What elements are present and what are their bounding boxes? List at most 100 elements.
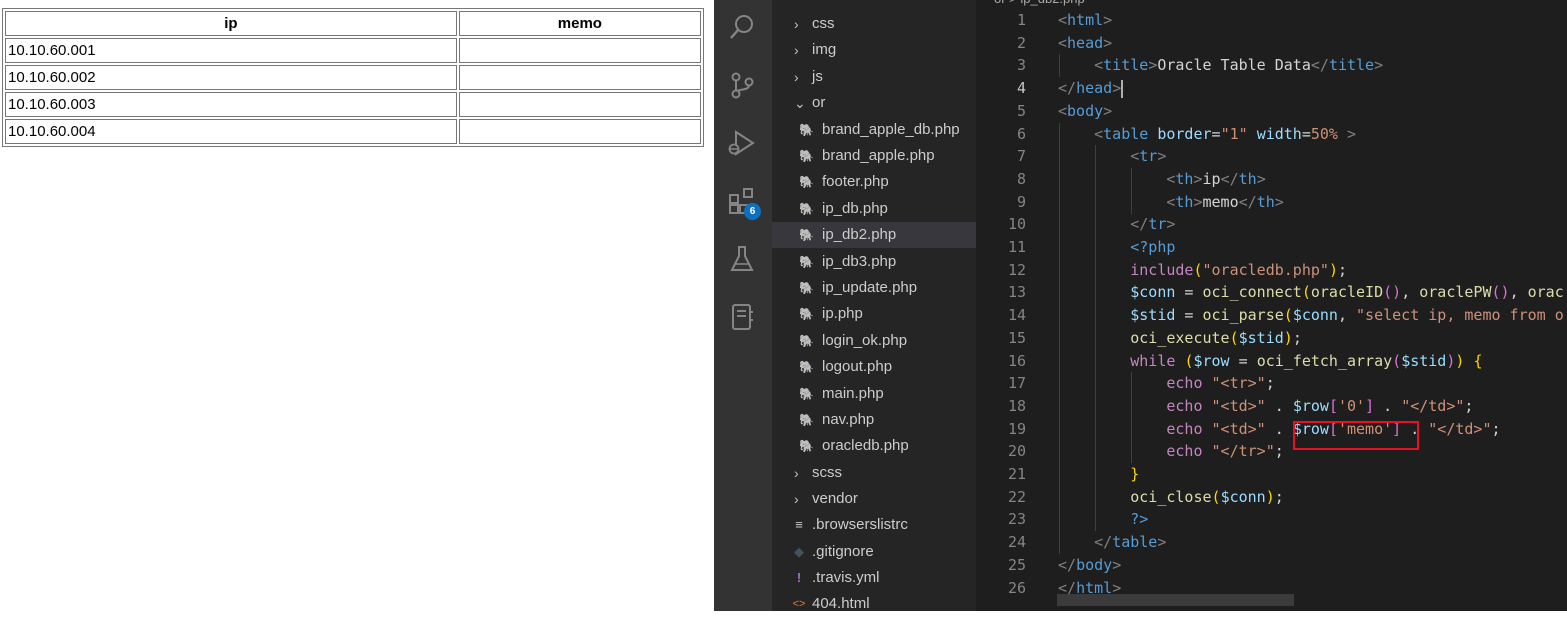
code-token: th (1256, 192, 1275, 211)
code-line[interactable]: 9 <th>memo</th> (976, 190, 1567, 214)
file-label: brand_apple_db.php (822, 121, 960, 138)
code-line[interactable]: 18 echo "<td>" . $row['0'] . "</td>"; (976, 394, 1567, 418)
code-line[interactable]: 2 <head> (976, 32, 1567, 55)
code-token: > (1112, 79, 1122, 98)
php-file-icon: 🐘 (799, 413, 814, 427)
source-control-icon[interactable] (727, 70, 757, 100)
code-line[interactable]: 23 ?> (976, 508, 1567, 532)
code-token: $row (1292, 396, 1329, 415)
tree-file[interactable]: 🐘 logout.php (772, 354, 976, 380)
tree-file[interactable]: ◆ .gitignore (772, 539, 976, 565)
code-token: $stid (1130, 306, 1176, 325)
tree-file[interactable]: 🐘 nav.php (772, 407, 976, 433)
chevron-right-icon: › (794, 42, 799, 58)
code-token: > (1157, 147, 1167, 166)
horizontal-scrollbar[interactable] (1057, 594, 1294, 606)
tree-file-selected[interactable]: 🐘 ip_db2.php (772, 222, 976, 248)
code-line[interactable]: 24 </table> (976, 531, 1567, 555)
tree-file[interactable]: <> 404.html (772, 591, 976, 617)
tree-folder-scss[interactable]: › scss (772, 460, 976, 486)
tree-file[interactable]: 🐘 ip_db.php (772, 196, 976, 222)
code-token: { (1473, 351, 1483, 370)
code-line[interactable]: 8 <th>ip</th> (976, 167, 1567, 191)
line-number: 7 (1016, 147, 1026, 166)
cell-ip: 10.10.60.003 (5, 92, 457, 117)
code-line[interactable]: 16 while ($row = oci_fetch_array($stid))… (976, 349, 1567, 373)
tree-file[interactable]: 🐘 footer.php (772, 169, 976, 195)
code-line[interactable]: 11 <?php (976, 236, 1567, 259)
code-token: </ (1058, 555, 1077, 574)
code-text: </table> (1058, 531, 1166, 554)
code-token: ( (1283, 306, 1293, 325)
code-line[interactable]: 10 </tr> (976, 213, 1567, 237)
code-line[interactable]: 13 $conn = oci_connect(oracleID(), oracl… (976, 281, 1567, 305)
notebook-icon[interactable] (727, 302, 757, 332)
tree-folder-vendor[interactable]: › vendor (772, 486, 976, 512)
breadcrumb[interactable]: or > ip_db2.php (976, 0, 1085, 9)
tree-file[interactable]: 🐘 brand_apple_db.php (772, 117, 976, 143)
code-editor[interactable]: 1 <html> 2 <head> 3 <title>Oracle Table Data… (976, 9, 1567, 611)
tree-file[interactable]: 🐘 oracledb.php (772, 433, 976, 459)
tree-folder-or[interactable]: ⌄ or (772, 90, 976, 116)
table-row: 10.10.60.003 (5, 92, 701, 117)
code-line[interactable]: 19 echo "<td>" . $row['memo'] . "</td>"; (976, 417, 1567, 441)
code-token: ; (1274, 487, 1284, 506)
line-number: 11 (1007, 238, 1026, 256)
code-token: = (1301, 124, 1311, 143)
code-token: > (1347, 124, 1357, 143)
tree-file[interactable]: 🐘 ip_db3.php (772, 249, 976, 275)
code-token: title (1328, 56, 1375, 75)
run-debug-icon[interactable] (727, 128, 757, 158)
code-line[interactable]: 22 oci_close($conn); (976, 485, 1567, 509)
code-line[interactable]: 20 echo "</tr>"; (976, 440, 1567, 464)
text-cursor (1121, 79, 1124, 98)
tree-file[interactable]: 🐘 ip_update.php (772, 275, 976, 301)
code-text: <tr> (1058, 145, 1166, 168)
chevron-right-icon: › (794, 491, 799, 507)
php-file-icon: 🐘 (799, 123, 814, 137)
tree-file[interactable]: 🐘 ip.php (772, 301, 976, 327)
code-line[interactable]: 17 echo "<tr>"; (976, 372, 1567, 396)
code-token: > (1193, 169, 1203, 188)
code-line[interactable]: 3 <title>Oracle Table Data</title> (976, 54, 1567, 78)
code-token: $row (1193, 351, 1230, 370)
tree-folder-img[interactable]: › img (772, 37, 976, 63)
code-token: "</td>" (1428, 419, 1492, 438)
code-line[interactable]: 6 <table border="1" width=50% > (976, 122, 1567, 146)
tree-file[interactable]: ! .travis.yml (772, 565, 976, 591)
code-line[interactable]: 4 </head> (976, 77, 1567, 100)
tree-file[interactable]: 🐘 brand_apple.php (772, 143, 976, 169)
file-label: .gitignore (812, 543, 874, 560)
file-label: ip.php (822, 305, 863, 322)
code-token: > (1193, 192, 1203, 211)
code-token: echo (1166, 442, 1203, 461)
php-file-icon: 🐘 (799, 175, 814, 189)
code-line[interactable]: 5 <body> (976, 100, 1567, 123)
code-token: > (1157, 533, 1167, 552)
tree-folder-css[interactable]: › css (772, 11, 976, 37)
line-number: 20 (1007, 442, 1026, 461)
code-line[interactable]: 25 </body> (976, 554, 1567, 577)
search-icon[interactable] (727, 12, 757, 42)
code-line[interactable]: 14 $stid = oci_parse($conn, "select ip, … (976, 304, 1567, 328)
code-token: . (1265, 396, 1293, 415)
line-number: 24 (1007, 533, 1026, 552)
tree-folder-js[interactable]: › js (772, 64, 976, 90)
code-line[interactable]: 21 } (976, 463, 1567, 486)
code-token: < (1094, 56, 1104, 75)
line-number: 19 (1007, 419, 1026, 438)
code-line[interactable]: 7 <tr> (976, 145, 1567, 169)
line-number: 26 (1007, 578, 1026, 597)
code-line[interactable]: 12 include("oracledb.php"); (976, 258, 1567, 282)
tree-file[interactable]: 🐘 main.php (772, 381, 976, 407)
testing-icon[interactable] (727, 244, 757, 274)
code-line[interactable]: 1 <html> (976, 9, 1567, 32)
tree-file[interactable]: 🐘 login_ok.php (772, 328, 976, 354)
code-token: echo (1166, 419, 1203, 438)
tree-file[interactable]: ≡ .browserslistrc (772, 512, 976, 538)
code-line[interactable]: 15 oci_execute($stid); (976, 326, 1567, 350)
